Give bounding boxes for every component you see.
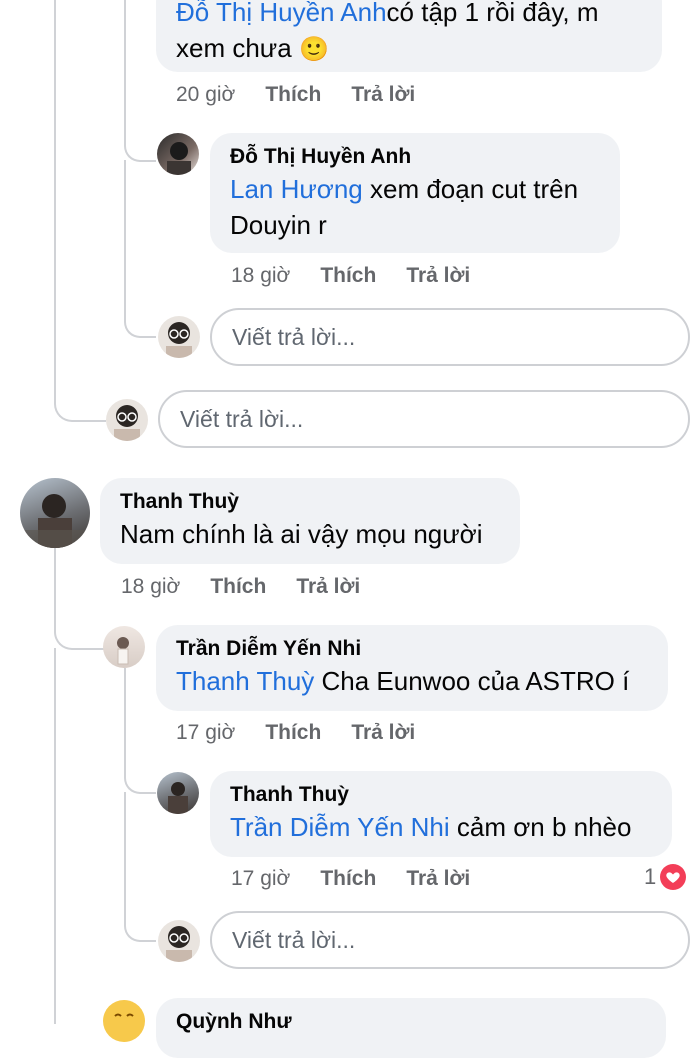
like-button[interactable]: Thích — [320, 867, 376, 891]
reply-button[interactable]: Trả lời — [351, 83, 415, 107]
thread-line-inner-2 — [124, 668, 156, 794]
commenter-name[interactable]: Đỗ Thị Huyền Anh — [230, 143, 600, 171]
like-button[interactable]: Thích — [320, 264, 376, 288]
avatar[interactable] — [103, 626, 145, 668]
avatar — [106, 399, 148, 441]
timestamp: 17 giờ — [231, 867, 291, 890]
timestamp: 17 giờ — [176, 721, 236, 744]
avatar-photo-icon — [168, 782, 188, 814]
thread-line-outer-3 — [54, 648, 58, 1024]
thread-line-outer — [54, 0, 106, 422]
commenter-name[interactable]: Thanh Thuỳ — [230, 781, 652, 809]
smiley-icon: 🙂 — [298, 36, 329, 63]
comment-actions: 17 giờ Thích Trả lời — [231, 867, 500, 891]
reply-button[interactable]: Trả lời — [296, 575, 360, 599]
mention[interactable]: Thanh Thuỳ — [176, 666, 314, 696]
timestamp: 18 giờ — [231, 264, 291, 287]
thread-line-reply-1b — [124, 160, 156, 338]
comment-bubble[interactable]: Đỗ Thị Huyền Anh Lan Hương xem đoạn cut … — [210, 133, 620, 253]
comment-bubble-top[interactable]: Đỗ Thị Huyền Anhcó tập 1 rồi đây, m xem … — [156, 0, 662, 72]
commenter-name[interactable]: Quỳnh Như — [176, 1008, 646, 1036]
comment-actions-top: 20 giờ Thích Trả lời — [176, 83, 445, 107]
avatar-photo-icon — [117, 637, 129, 665]
reply-input[interactable]: Viết trả lời... — [158, 390, 690, 448]
comment-text-top: Đỗ Thị Huyền Anhcó tập 1 rồi đây, m — [176, 0, 642, 30]
avatar[interactable] — [157, 772, 199, 814]
heart-icon — [660, 864, 687, 890]
comment-actions: 18 giờ Thích Trả lời — [121, 575, 390, 599]
thread-line-inner-3 — [124, 792, 156, 942]
commenter-name[interactable]: Trần Diễm Yến Nhi — [176, 635, 648, 663]
comment-bubble[interactable]: Thanh Thuỳ Nam chính là ai vậy mọu người — [100, 478, 520, 564]
reply-input[interactable]: Viết trả lời... — [210, 308, 690, 366]
timestamp: 18 giờ — [121, 575, 181, 598]
mention[interactable]: Trần Diễm Yến Nhi — [230, 812, 450, 842]
avatar-photo-icon — [167, 142, 191, 175]
comment-bubble[interactable]: Quỳnh Như — [156, 998, 666, 1058]
avatar[interactable] — [157, 133, 199, 175]
commenter-name[interactable]: Thanh Thuỳ — [120, 488, 500, 516]
reaction-count: 1 — [644, 864, 657, 889]
avatar — [158, 316, 200, 358]
avatar-user-icon — [166, 322, 192, 358]
reply-button[interactable]: Trả lời — [406, 867, 470, 891]
avatar-user-icon — [114, 405, 140, 441]
mention-top[interactable]: Đỗ Thị Huyền Anh — [176, 0, 387, 27]
avatar[interactable] — [20, 478, 90, 548]
like-button[interactable]: Thích — [210, 575, 266, 599]
avatar — [158, 920, 200, 962]
comment-actions: 18 giờ Thích Trả lời — [231, 264, 500, 288]
avatar-photo-icon — [20, 494, 90, 548]
like-button[interactable]: Thích — [265, 721, 321, 745]
avatar-user-icon — [166, 926, 192, 962]
reaction-summary[interactable]: 1 — [644, 864, 687, 890]
mention[interactable]: Lan Hương — [230, 174, 363, 204]
thread-line-reply-1 — [124, 0, 156, 162]
thread-line-outer-2 — [54, 548, 104, 650]
laughing-face-icon — [103, 1000, 145, 1042]
comment-actions: 17 giờ Thích Trả lời — [176, 721, 445, 745]
reply-input[interactable]: Viết trả lời... — [210, 911, 690, 969]
like-button[interactable]: Thích — [265, 83, 321, 107]
comment-bubble[interactable]: Thanh Thuỳ Trần Diễm Yến Nhi cảm ơn b nh… — [210, 771, 672, 857]
timestamp: 20 giờ — [176, 83, 236, 106]
reply-button[interactable]: Trả lời — [406, 264, 470, 288]
comment-bubble[interactable]: Trần Diễm Yến Nhi Thanh Thuỳ Cha Eunwoo … — [156, 625, 668, 711]
reply-button[interactable]: Trả lời — [351, 721, 415, 745]
